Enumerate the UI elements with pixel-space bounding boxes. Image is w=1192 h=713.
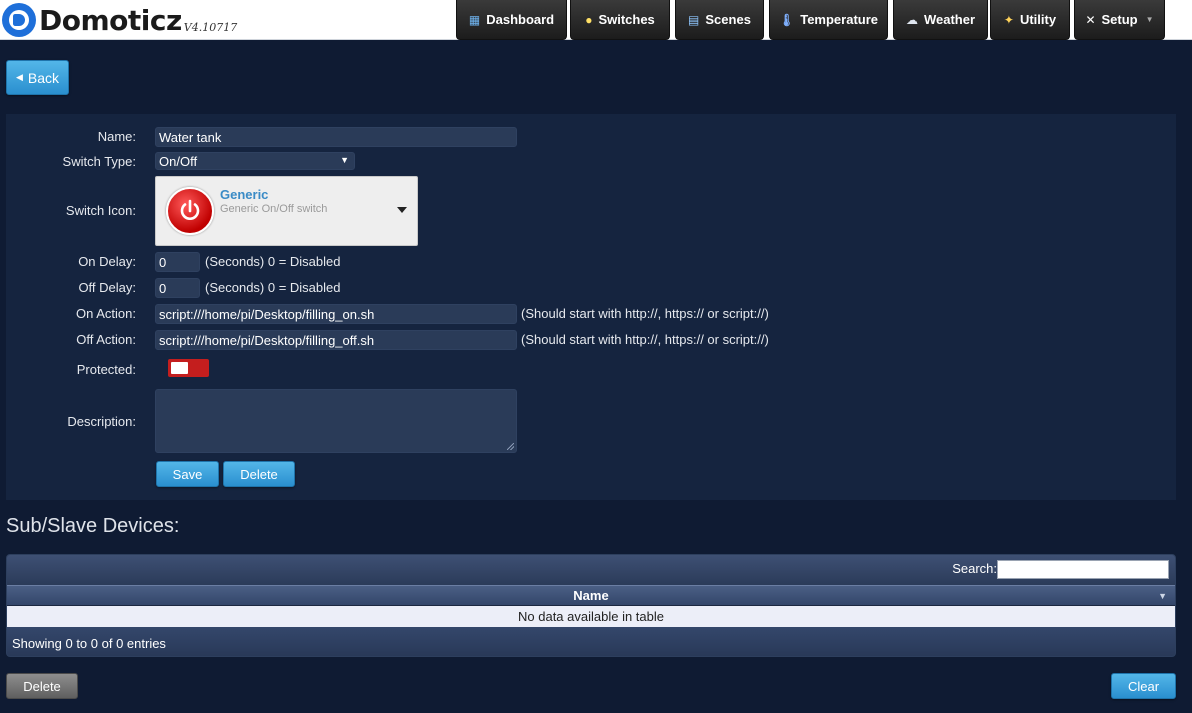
clear-button[interactable]: Clear (1111, 673, 1176, 699)
lightbulb-icon: ● (585, 12, 593, 27)
switch-icon-label: Switch Icon: (65, 203, 136, 218)
off-delay-value: 0 (159, 280, 167, 296)
top-header: Domoticz V4.10717 ▦ Dashboard ● Switches… (0, 0, 1192, 40)
sub-devices-table: Search: Name ▼ No data available in tabl… (6, 554, 1176, 657)
scenes-icon: ▤ (688, 12, 700, 27)
on-action-value: script:///home/pi/Desktop/filling_on.sh (159, 306, 375, 322)
nav-utility-label: Utility (1019, 12, 1057, 27)
app-version: V4.10717 (183, 21, 238, 34)
nav-setup[interactable]: ✕ Setup ▼ (1074, 0, 1165, 40)
nav-scenes-label: Scenes (705, 12, 751, 27)
dropdown-arrow-icon: ▼ (340, 155, 349, 165)
save-button[interactable]: Save (156, 461, 219, 487)
name-label: Name: (97, 129, 136, 144)
switch-type-value: On/Off (159, 153, 198, 169)
delete-all-button[interactable]: Delete (6, 673, 78, 699)
on-delay-input[interactable]: 0 (155, 252, 200, 272)
thermometer-icon: 🌡 (778, 12, 795, 27)
delete-all-button-label: Delete (23, 678, 61, 694)
sub-devices-title: Sub/Slave Devices: (6, 515, 180, 537)
off-delay-hint: (Seconds) 0 = Disabled (205, 280, 341, 295)
nav-dashboard[interactable]: ▦ Dashboard (456, 0, 567, 40)
nav-weather[interactable]: ☁ Weather (893, 0, 988, 40)
off-action-value: script:///home/pi/Desktop/filling_off.sh (159, 332, 375, 348)
app-logo[interactable]: Domoticz V4.10717 (2, 3, 237, 37)
nav-switches-label: Switches (598, 12, 655, 27)
switch-type-select[interactable]: On/Off ▼ (155, 152, 355, 170)
on-delay-label: On Delay: (78, 254, 136, 269)
protected-label: Protected: (76, 362, 136, 377)
nav-weather-label: Weather (923, 12, 976, 27)
chevron-down-icon: ▼ (1145, 15, 1154, 24)
on-action-input[interactable]: script:///home/pi/Desktop/filling_on.sh (155, 304, 517, 324)
delete-device-button-label: Delete (240, 466, 278, 482)
dashboard-icon: ▦ (468, 12, 481, 27)
name-input-value: Water tank (159, 129, 222, 145)
column-header-name[interactable]: Name ▼ (7, 585, 1175, 606)
name-input[interactable]: Water tank (155, 127, 517, 147)
description-textarea[interactable] (155, 389, 517, 453)
clear-button-label: Clear (1127, 678, 1160, 694)
off-action-hint: (Should start with http://, https:// or … (521, 332, 769, 347)
tools-icon: ✕ (1085, 12, 1096, 27)
device-edit-form: Name: Water tank Switch Type: On/Off ▼ S… (6, 114, 1176, 500)
power-icon (166, 187, 214, 235)
chevron-down-icon (397, 207, 407, 213)
off-delay-input[interactable]: 0 (155, 278, 200, 298)
nav-setup-label: Setup (1101, 12, 1138, 27)
switch-type-label: Switch Type: (62, 154, 136, 169)
utility-icon: ✦ (1003, 12, 1014, 27)
search-label: Search: (952, 561, 997, 576)
sort-icon: ▼ (1158, 591, 1167, 601)
app-name: Domoticz (39, 4, 182, 37)
on-action-label: On Action: (76, 306, 136, 321)
delete-device-button[interactable]: Delete (223, 461, 295, 487)
off-action-input[interactable]: script:///home/pi/Desktop/filling_off.sh (155, 330, 517, 350)
back-button[interactable]: ◀ Back (6, 60, 69, 95)
description-label: Description: (67, 414, 136, 429)
protected-toggle[interactable] (168, 359, 209, 377)
switch-icon-picker[interactable]: Generic Generic On/Off switch (155, 176, 418, 246)
nav-switches[interactable]: ● Switches (570, 0, 670, 40)
on-action-hint: (Should start with http://, https:// or … (521, 306, 769, 321)
on-delay-value: 0 (159, 254, 167, 270)
back-button-label: Back (27, 69, 60, 86)
column-header-name-label: Name (573, 588, 609, 603)
nav-temperature[interactable]: 🌡 Temperature (769, 0, 888, 40)
on-delay-hint: (Seconds) 0 = Disabled (205, 254, 341, 269)
table-toolbar: Search: (7, 555, 1175, 585)
chevron-left-icon: ◀ (15, 72, 23, 82)
table-footer: Showing 0 to 0 of 0 entries (7, 627, 1175, 656)
weather-icon: ☁ (905, 12, 918, 27)
toggle-knob (171, 362, 188, 374)
save-button-label: Save (172, 466, 203, 482)
table-empty-row: No data available in table (7, 606, 1175, 627)
icon-title: Generic (220, 187, 269, 202)
icon-subtitle: Generic On/Off switch (220, 203, 328, 215)
nav-scenes[interactable]: ▤ Scenes (675, 0, 764, 40)
nav-temperature-label: Temperature (800, 12, 879, 27)
domoticz-logo-icon (2, 3, 36, 37)
nav-utility[interactable]: ✦ Utility (990, 0, 1070, 40)
search-input[interactable] (997, 560, 1169, 579)
resize-grip-icon[interactable] (507, 443, 514, 450)
table-info: Showing 0 to 0 of 0 entries (12, 636, 166, 651)
nav-dashboard-label: Dashboard (486, 12, 555, 27)
off-delay-label: Off Delay: (78, 280, 136, 295)
off-action-label: Off Action: (76, 332, 136, 347)
